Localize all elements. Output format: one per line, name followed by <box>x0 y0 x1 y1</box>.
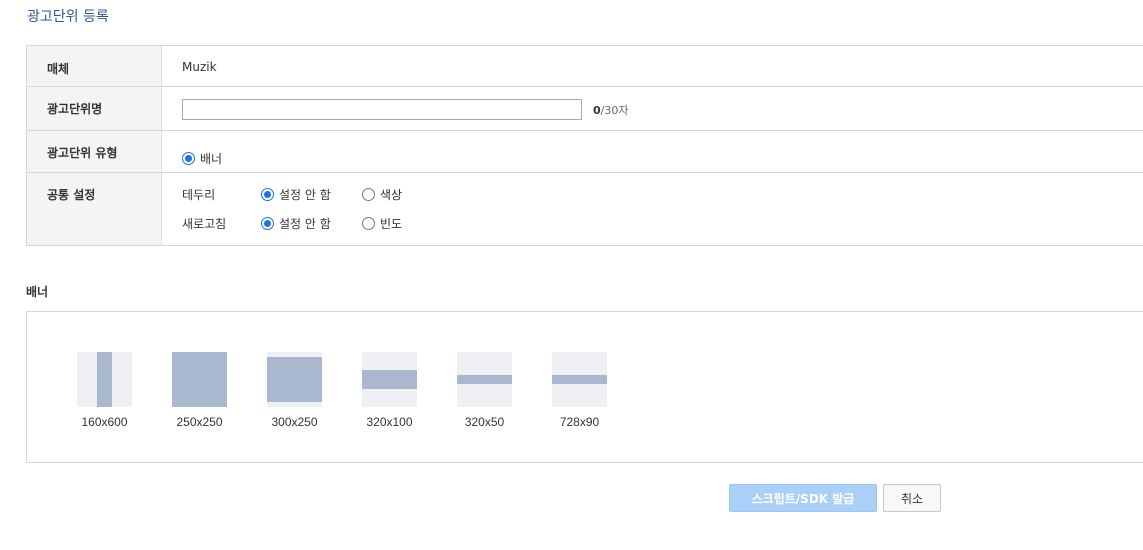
banner-size-250x250[interactable]: 250x250 <box>152 352 247 429</box>
border-none-radio[interactable]: 설정 안 함 <box>261 186 362 203</box>
issue-script-sdk-button[interactable]: 스크립트/SDK 발급 <box>729 484 877 512</box>
size-label: 728x90 <box>559 415 600 429</box>
refresh-none-label: 설정 안 함 <box>279 217 331 231</box>
banner-size-list: 160x600 250x250 300x250 320x100 320x50 7… <box>57 352 627 429</box>
border-none-label: 설정 안 함 <box>279 188 331 202</box>
char-counter: 0/30자 <box>593 102 628 118</box>
refresh-setting-name: 새로고침 <box>182 217 227 231</box>
media-row: 매체 Muzik <box>27 46 1143 87</box>
banner-size-320x50[interactable]: 320x50 <box>437 352 532 429</box>
border-color-label: 색상 <box>380 188 403 202</box>
banner-size-160x600[interactable]: 160x600 <box>57 352 152 429</box>
banner-size-300x250[interactable]: 300x250 <box>247 352 342 429</box>
refresh-none-radio[interactable]: 설정 안 함 <box>261 215 362 232</box>
common-settings-row: 공통 설정 테두리 설정 안 함 색상 새로고침 설정 안 함 빈도 <box>27 173 1143 246</box>
border-setting: 테두리 설정 안 함 색상 <box>182 186 1143 203</box>
size-label: 320x100 <box>366 415 413 429</box>
unit-type-banner-radio[interactable]: 배너 <box>182 150 222 167</box>
size-250x250-thumbnail-icon <box>172 352 227 407</box>
unit-type-banner-label: 배너 <box>200 151 223 166</box>
radio-checked-icon[interactable] <box>261 188 274 201</box>
unit-name-label: 광고단위명 <box>27 87 162 130</box>
banner-size-320x100[interactable]: 320x100 <box>342 352 437 429</box>
unit-type-label: 광고단위 유형 <box>27 131 162 172</box>
size-label: 160x600 <box>81 415 128 429</box>
size-label: 250x250 <box>176 415 223 429</box>
banner-section-title: 배너 <box>26 285 49 299</box>
border-setting-name: 테두리 <box>182 188 216 202</box>
radio-unchecked-icon[interactable] <box>362 217 375 230</box>
ad-unit-form: 매체 Muzik 광고단위명 0/30자 광고단위 유형 배너 공통 설정 테두… <box>26 45 1143 246</box>
char-count: 0 <box>593 104 601 117</box>
unit-name-input[interactable] <box>182 99 582 120</box>
border-color-radio[interactable]: 색상 <box>362 186 402 203</box>
unit-name-row: 광고단위명 0/30자 <box>27 87 1143 131</box>
size-320x100-thumbnail-icon <box>362 352 417 407</box>
size-label: 300x250 <box>271 415 318 429</box>
radio-checked-icon[interactable] <box>182 151 195 165</box>
media-value: Muzik <box>182 60 217 74</box>
banner-size-728x90[interactable]: 728x90 <box>532 352 627 429</box>
media-label: 매체 <box>27 46 162 86</box>
size-label: 320x50 <box>464 415 505 429</box>
radio-unchecked-icon[interactable] <box>362 188 375 201</box>
size-160x600-thumbnail-icon <box>77 352 132 407</box>
cancel-button[interactable]: 취소 <box>883 484 941 512</box>
page-title: 광고단위 등록 <box>27 9 109 25</box>
banner-size-panel: 160x600 250x250 300x250 320x100 320x50 7… <box>26 311 1143 463</box>
char-max: /30자 <box>600 104 629 117</box>
unit-type-row: 광고단위 유형 배너 <box>27 131 1143 173</box>
size-728x90-thumbnail-icon <box>552 352 607 407</box>
refresh-setting: 새로고침 설정 안 함 빈도 <box>182 215 1143 232</box>
size-300x250-thumbnail-icon <box>267 352 322 407</box>
size-320x50-thumbnail-icon <box>457 352 512 407</box>
common-settings-label: 공통 설정 <box>27 173 162 245</box>
radio-checked-icon[interactable] <box>261 217 274 230</box>
refresh-frequency-label: 빈도 <box>380 217 403 231</box>
refresh-frequency-radio[interactable]: 빈도 <box>362 215 402 232</box>
